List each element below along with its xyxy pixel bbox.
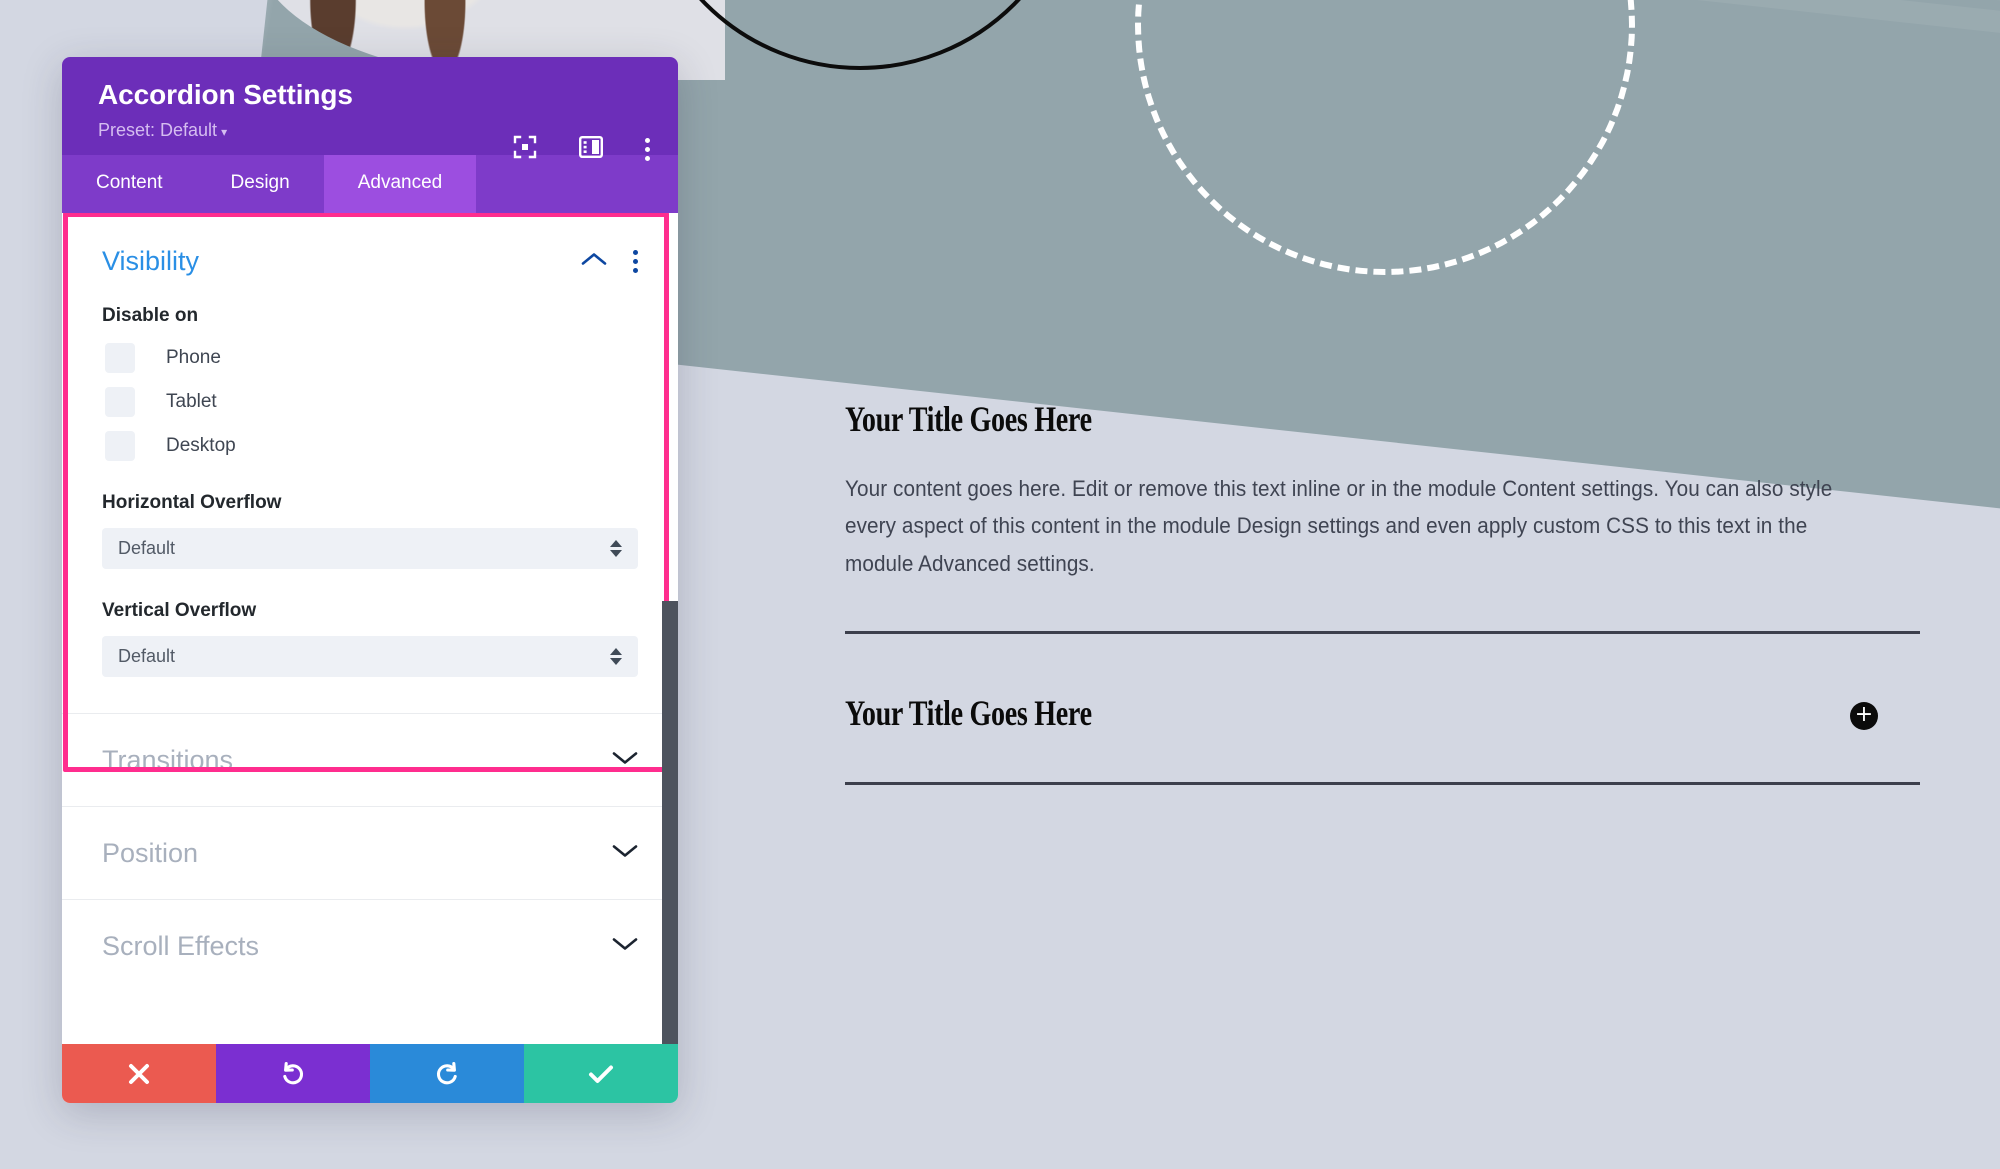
accordion-item-2[interactable]: Your Title Goes Here + [845,692,1920,785]
checkbox-tablet-label: Tablet [166,391,217,412]
vertical-overflow-select[interactable]: Default [102,636,638,677]
accordion-item-2-title: Your Title Goes Here [845,692,1092,733]
section-transitions[interactable]: Transitions [62,713,678,806]
vertical-overflow-value: Default [118,646,176,666]
modal-header-icons [513,135,650,164]
checkbox-desktop-label: Desktop [166,435,236,456]
section-scroll-effects[interactable]: Scroll Effects [62,899,678,992]
section-visibility: Visibility Disable on Phone Tablet Deskt… [62,213,678,677]
disable-on-label: Disable on [102,305,199,326]
section-scroll-effects-title: Scroll Effects [102,930,260,961]
chevron-down-icon: ▾ [221,125,228,139]
modal-footer [62,1044,678,1103]
close-icon [129,1063,149,1084]
accordion-divider [845,630,1920,634]
chevron-down-icon[interactable] [612,936,638,957]
preset-label: Preset: Default [98,120,218,140]
section-visibility-title: Visibility [102,246,200,276]
more-options-icon[interactable] [645,138,650,161]
section-options-icon[interactable] [633,250,638,273]
field-vertical-overflow: Vertical Overflow Default [102,600,638,677]
undo-button[interactable] [216,1044,370,1103]
checkbox-phone-label: Phone [166,347,221,368]
save-button[interactable] [524,1044,678,1103]
accordion-item-1-title: Your Title Goes Here [845,399,1092,439]
focus-target-icon[interactable] [513,135,537,164]
chevron-up-icon[interactable] [581,251,607,272]
section-position[interactable]: Position [62,806,678,899]
checkbox-row-phone[interactable]: Phone [102,343,638,373]
checkbox-tablet[interactable] [105,387,135,417]
modal-scrollbar-thumb[interactable] [662,601,678,1044]
checkbox-phone[interactable] [105,343,135,373]
field-horizontal-overflow: Horizontal Overflow Default [102,492,638,569]
tab-advanced[interactable]: Advanced [323,155,477,213]
preset-selector[interactable]: Preset: Default ▾ [98,120,227,141]
accordion-expand-plus-icon[interactable]: + [1850,701,1878,730]
cancel-button[interactable] [62,1044,216,1103]
chevron-down-icon[interactable] [612,750,638,771]
tab-design[interactable]: Design [197,155,324,213]
section-position-title: Position [102,837,199,868]
horizontal-overflow-label: Horizontal Overflow [102,492,282,513]
vertical-overflow-label: Vertical Overflow [102,600,257,621]
modal-header: Accordion Settings Preset: Default ▾ [62,57,678,161]
select-arrows-icon [610,540,622,557]
redo-icon [436,1061,457,1084]
check-icon [589,1065,613,1083]
chevron-down-icon[interactable] [612,843,638,864]
section-visibility-controls [581,250,638,273]
redo-button[interactable] [370,1044,524,1103]
tab-content[interactable]: Content [62,155,197,213]
undo-icon [283,1061,304,1084]
section-transitions-title: Transitions [102,744,234,775]
checkbox-row-desktop[interactable]: Desktop [102,431,638,461]
accordion-content: Your Title Goes Here Your content goes h… [845,399,1920,785]
modal-title: Accordion Settings [98,79,353,110]
section-visibility-header[interactable]: Visibility [102,246,638,277]
accordion-settings-modal: Accordion Settings Preset: Default ▾ Con… [62,57,678,1103]
checkbox-desktop[interactable] [105,431,135,461]
accordion-item-1: Your Title Goes Here Your content goes h… [845,399,1920,634]
layout-panel-icon[interactable] [579,136,604,163]
modal-body: Visibility Disable on Phone Tablet Deskt… [62,213,678,1044]
horizontal-overflow-select[interactable]: Default [102,528,638,569]
accordion-item-1-body: Your content goes here. Edit or remove t… [845,475,1833,577]
select-arrows-icon [610,648,622,665]
accordion-divider [845,781,1920,785]
checkbox-row-tablet[interactable]: Tablet [102,387,638,417]
page-root: Your Title Goes Here Your content goes h… [0,0,2000,1169]
horizontal-overflow-value: Default [118,538,176,558]
